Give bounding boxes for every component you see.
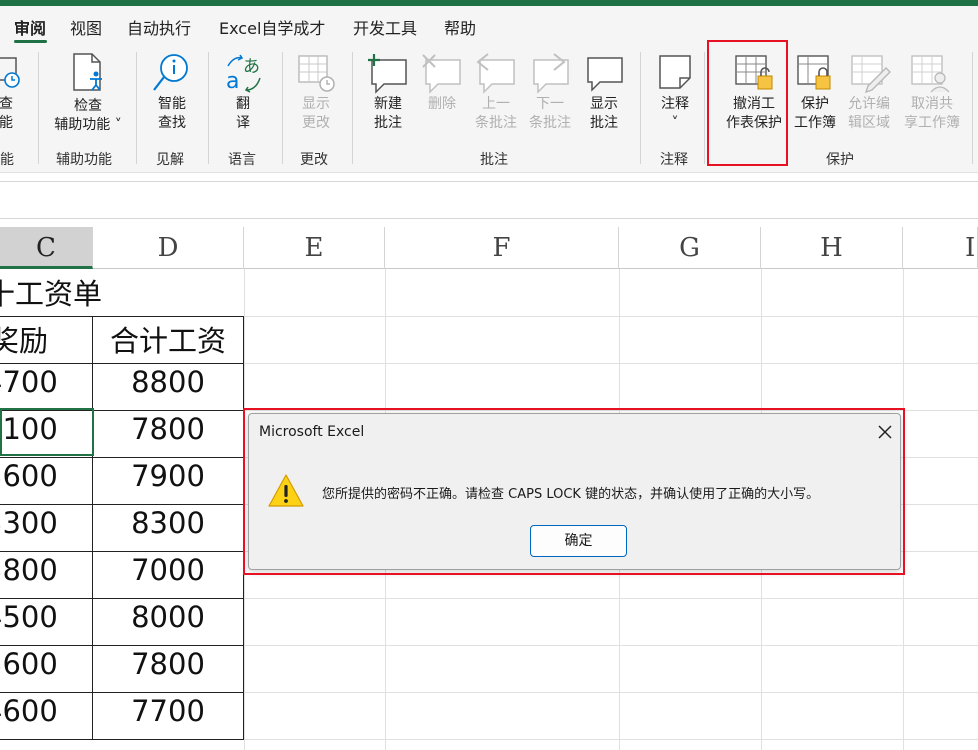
notes-icon — [659, 55, 691, 89]
svg-text:a: a — [226, 69, 239, 94]
new-comment-button[interactable]: 新建 批注 — [368, 95, 408, 133]
column-header-g[interactable]: G — [619, 227, 761, 269]
allow-edit-ranges-button[interactable]: 允许编 辑区域 — [844, 95, 894, 133]
check-workbook-icon — [0, 57, 20, 88]
show-comments-button[interactable]: 显示 批注 — [584, 95, 624, 133]
show-comments-icon — [587, 57, 623, 92]
protect-workbook-icon — [797, 55, 831, 90]
notes-button[interactable]: 注释 ˅ — [655, 95, 695, 133]
column-header-e[interactable]: E — [244, 227, 385, 269]
formula-area — [0, 172, 978, 227]
group-label-accessibility: 辅助功能 — [56, 152, 112, 168]
unshare-workbook-icon — [911, 55, 950, 93]
group-separator — [38, 52, 39, 164]
check-partial-button[interactable]: 查能 — [0, 95, 18, 133]
table-cell[interactable]: 7800 — [93, 412, 243, 446]
delete-comment-button[interactable]: 删除 — [422, 95, 462, 114]
unprotect-sheet-highlight — [707, 40, 788, 166]
allow-edit-ranges-icon — [851, 55, 891, 94]
tab-review[interactable]: 审阅 — [14, 15, 46, 39]
column-header-i[interactable]: I — [903, 227, 978, 269]
table-cell[interactable]: 3300 — [0, 506, 90, 540]
group-separator — [352, 52, 353, 164]
column-header-d[interactable]: D — [93, 227, 244, 269]
translate-icon: a あ — [226, 54, 261, 94]
show-changes-icon — [298, 55, 335, 92]
next-comment-button[interactable]: 下一 条批注 — [526, 95, 574, 133]
table-cell[interactable]: 4500 — [0, 600, 90, 634]
ribbon-tab-bar: 审阅 视图 自动执行 Excel自学成才 开发工具 帮助 — [0, 6, 978, 44]
group-separator — [640, 52, 641, 164]
accessibility-check-icon — [73, 53, 102, 91]
group-label-comments: 批注 — [480, 152, 508, 168]
group-separator — [136, 52, 137, 164]
smart-lookup-icon — [153, 54, 188, 91]
tab-developer[interactable]: 开发工具 — [353, 15, 417, 39]
smart-lookup-button[interactable]: 智能 查找 — [150, 95, 194, 133]
group-label-insights: 见解 — [156, 152, 184, 168]
show-changes-button[interactable]: 显示 更改 — [296, 95, 336, 133]
table-cell[interactable]: 4600 — [0, 694, 90, 728]
table-cell[interactable]: 4700 — [0, 365, 90, 399]
previous-comment-button[interactable]: 上一 条批注 — [472, 95, 520, 133]
accessibility-check-button[interactable]: 检查 辅助功能 ˅ — [48, 97, 128, 135]
group-separator — [704, 52, 705, 164]
protect-workbook-button[interactable]: 保护 工作簿 — [792, 95, 838, 133]
table-cell[interactable]: 7000 — [93, 553, 243, 587]
ribbon: 查能 能 检查 辅助功能 ˅ 辅助功能 智能 查找 见解 a あ 翻译 语言 显… — [0, 40, 978, 172]
table-cell[interactable]: 3600 — [0, 647, 90, 681]
column-header-c[interactable]: C — [0, 227, 93, 269]
group-label-changes: 更改 — [300, 152, 328, 168]
new-comment-icon — [368, 54, 407, 94]
group-label-language: 语言 — [228, 152, 256, 168]
table-cell[interactable]: 8300 — [93, 506, 243, 540]
table-cell[interactable]: 8000 — [93, 600, 243, 634]
svg-text:あ: あ — [243, 57, 260, 77]
group-separator — [972, 52, 973, 164]
translate-button[interactable]: 翻译 — [230, 95, 256, 133]
formula-bar[interactable] — [0, 181, 978, 219]
header-bonus-cell[interactable]: 奖励 — [0, 318, 90, 360]
tab-view[interactable]: 视图 — [70, 15, 102, 39]
table-cell[interactable]: 3600 — [0, 459, 90, 493]
group-separator — [282, 52, 283, 164]
tab-help[interactable]: 帮助 — [444, 15, 476, 39]
delete-comment-icon — [422, 54, 461, 94]
table-cell[interactable]: 7800 — [93, 647, 243, 681]
sheet-title-cell[interactable]: 十工资单 — [0, 271, 116, 313]
active-tab-indicator — [14, 40, 47, 43]
group-separator — [208, 52, 209, 164]
group-label-partial: 能 — [0, 152, 14, 168]
selected-cell-outline — [0, 408, 94, 456]
table-cell[interactable]: 7900 — [93, 459, 243, 493]
tab-excel-learning[interactable]: Excel自学成才 — [219, 15, 325, 39]
dialog-highlight — [243, 408, 905, 575]
group-label-protect: 保护 — [826, 152, 854, 168]
table-cell[interactable]: 3800 — [0, 553, 90, 587]
previous-comment-icon — [476, 53, 515, 94]
unshare-workbook-button[interactable]: 取消共 享工作簿 — [900, 95, 964, 133]
next-comment-icon — [533, 53, 569, 94]
table-cell[interactable]: 8800 — [93, 365, 243, 399]
tab-automate[interactable]: 自动执行 — [127, 15, 191, 39]
header-total-wage-cell[interactable]: 合计工资 — [93, 318, 243, 360]
column-header-h[interactable]: H — [761, 227, 903, 269]
table-cell[interactable]: 7700 — [93, 694, 243, 728]
group-label-notes: 注释 — [660, 152, 688, 168]
column-header-f[interactable]: F — [385, 227, 619, 269]
